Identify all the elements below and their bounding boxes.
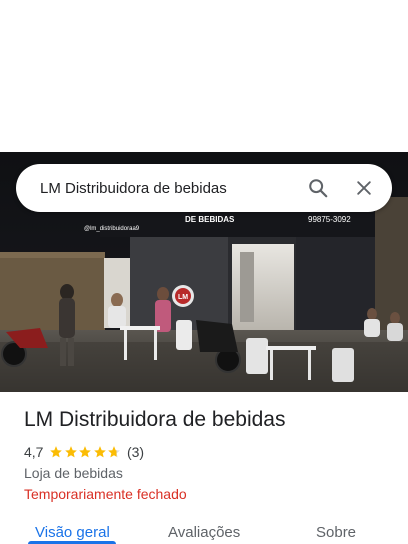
tab-overview[interactable]: Visão geral xyxy=(35,524,110,541)
tab-bar: Visão geral Avaliações Sobre xyxy=(0,516,408,544)
close-icon xyxy=(357,181,371,195)
star-icon xyxy=(108,446,121,458)
sign-logo: LM xyxy=(178,294,188,301)
search-input[interactable] xyxy=(40,179,292,197)
review-count: (3) xyxy=(126,444,145,460)
star-icon xyxy=(94,446,106,458)
rating-row[interactable]: 4,7 (3) xyxy=(24,444,144,460)
sign-handle: @lm_distribuidoraa9 xyxy=(84,226,140,232)
tab-about[interactable]: Sobre xyxy=(316,524,356,541)
rating-value: 4,7 xyxy=(24,444,44,460)
tab-reviews[interactable]: Avaliações xyxy=(168,524,240,541)
status-text: Temporariamente fechado xyxy=(24,486,187,502)
sign-subtitle: DE BEBIDAS xyxy=(185,215,235,224)
search-button[interactable] xyxy=(298,168,338,208)
sign-phone: 99875-3092 xyxy=(308,215,351,224)
star-rating xyxy=(49,445,122,459)
star-icon xyxy=(50,446,63,458)
place-category[interactable]: Loja de bebidas xyxy=(24,465,123,481)
star-icon xyxy=(65,446,77,458)
clear-button[interactable] xyxy=(344,168,384,208)
place-title: LM Distribuidora de bebidas xyxy=(24,408,286,431)
star-icon xyxy=(79,446,92,458)
search-icon xyxy=(309,179,328,198)
search-bar xyxy=(16,164,392,212)
